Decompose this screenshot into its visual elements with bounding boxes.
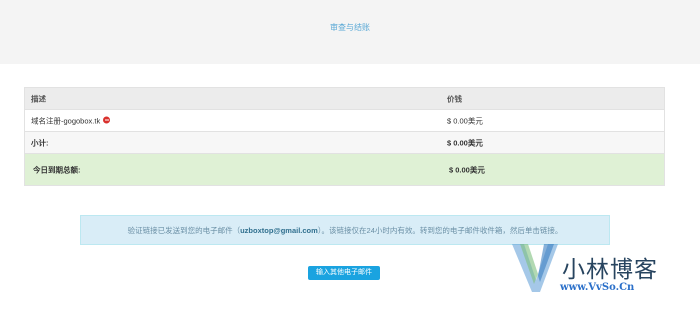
subtotal-label: 小计: (31, 138, 49, 147)
item-description-text: 域名注册-gogobox.tk (31, 116, 101, 125)
page-title: 审查与结账 (330, 23, 370, 32)
table-row: 域名注册-gogobox.tk $ 0.00美元 (25, 110, 664, 132)
watermark-logo-icon (512, 244, 558, 292)
item-description: 域名注册-gogobox.tk (31, 115, 111, 126)
order-summary-table: 描述 价钱 域名注册-gogobox.tk $ 0.00美元 小计: $ 0.0… (24, 87, 665, 186)
subtotal-value: $ 0.00美元 (447, 138, 483, 147)
total-due-row: 今日到期总额: $ 0.00美元 (25, 154, 664, 185)
table-header-row: 描述 价钱 (25, 88, 664, 110)
remove-circle-icon[interactable] (103, 116, 111, 124)
page-header: 审查与结账 (0, 0, 700, 64)
watermark: 小林博客 www.VvSo.Cn (510, 230, 700, 305)
watermark-title: 小林博客 (562, 257, 658, 283)
column-header-description: 描述 (31, 94, 46, 103)
total-due-label: 今日到期总额: (33, 165, 81, 174)
watermark-url: www.VvSo.Cn (560, 282, 635, 293)
notice-email: uzboxtop@gmail.com (240, 226, 318, 235)
enter-other-email-button[interactable]: 输入其他电子邮件 (308, 266, 380, 280)
subtotal-row: 小计: $ 0.00美元 (25, 132, 664, 154)
column-header-price: 价钱 (447, 94, 462, 103)
notice-text-before: 验证链接已发送到您的电子邮件（ (127, 226, 241, 235)
total-due-value: $ 0.00美元 (449, 165, 485, 174)
item-price: $ 0.00美元 (447, 116, 483, 125)
